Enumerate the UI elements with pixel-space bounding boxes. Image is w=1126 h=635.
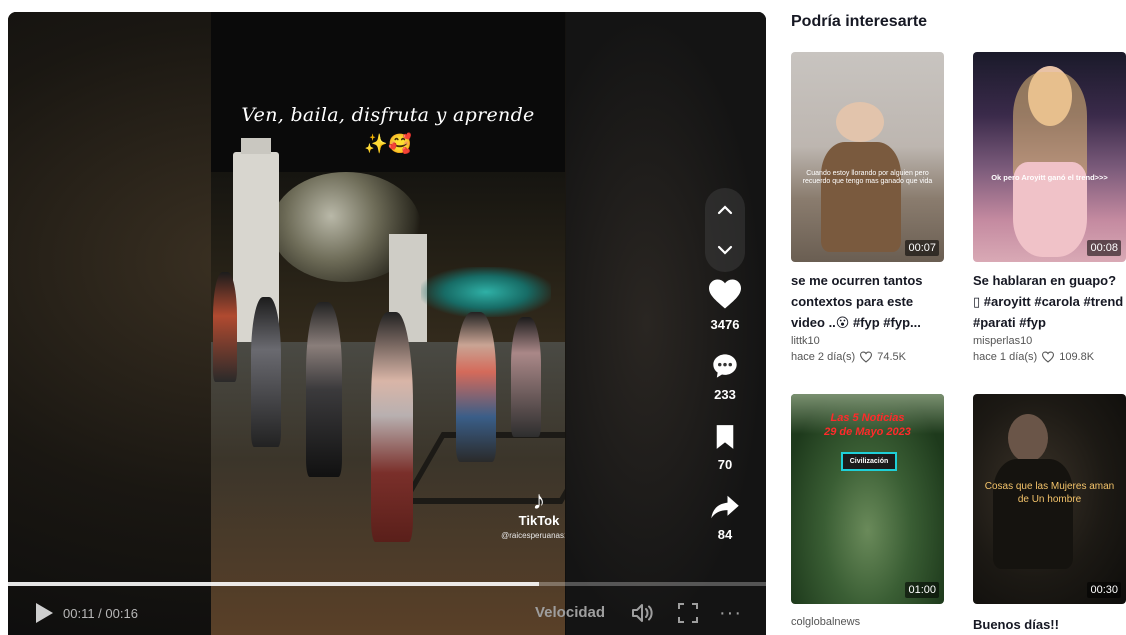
video-author[interactable]: littk10 (791, 335, 944, 347)
video-thumbnail[interactable]: Cuando estoy llorando por alguien pero r… (791, 52, 944, 262)
heart-outline-icon (1042, 351, 1055, 363)
thumbnail-overlay-text: Cuando estoy llorando por alguien pero r… (802, 170, 933, 185)
comment-count: 233 (714, 387, 736, 402)
chevron-up-icon (717, 205, 733, 215)
heart-icon (709, 279, 741, 309)
save-count: 70 (717, 457, 733, 472)
watermark-brand: TikTok (518, 513, 560, 528)
video-age: hace 1 día(s) (973, 351, 1038, 363)
speed-button[interactable]: Velocidad (535, 604, 605, 621)
recommended-video-card[interactable]: Cuando estoy llorando por alguien pero r… (791, 52, 944, 363)
progress-bar[interactable] (8, 582, 766, 586)
like-button[interactable]: 3476 (700, 278, 750, 332)
video-duration: 01:00 (905, 582, 939, 598)
recommended-video-card[interactable]: Ok pero Aroyitt ganó el trend>>> 00:08 S… (973, 52, 1126, 363)
next-video-button[interactable] (705, 230, 745, 270)
video-thumbnail[interactable]: Cosas que las Mujeres aman de Un hombre … (973, 394, 1126, 604)
volume-button[interactable] (630, 602, 656, 629)
video-meta: hace 1 día(s) 109.8K (973, 351, 1126, 363)
play-icon (36, 603, 53, 623)
watermark-handle: @raicesperuanas13 (501, 531, 565, 540)
fullscreen-button[interactable] (677, 602, 699, 629)
video-navigation (705, 188, 745, 272)
tiktok-watermark: ♪ TikTok @raicesperuanas13 (501, 485, 565, 540)
video-author[interactable]: colglobalnews (791, 616, 944, 628)
comment-icon (713, 354, 737, 378)
share-count: 84 (717, 527, 733, 542)
recommended-video-card[interactable]: Las 5 Noticias 29 de Mayo 2023 Civilizac… (791, 394, 944, 628)
video-likes: 109.8K (1059, 351, 1095, 363)
video-duration: 00:30 (1087, 582, 1121, 598)
speaker-icon (632, 604, 653, 622)
save-button[interactable]: 70 (700, 424, 750, 472)
thumbnail-overlay-date: 29 de Mayo 2023 (824, 426, 911, 438)
video-author[interactable]: misperlas10 (973, 335, 1126, 347)
thumbnail-overlay-title: Las 5 Noticias (830, 412, 905, 424)
video-caption: Ven, baila, disfruta y aprende (241, 104, 535, 126)
time-display: 00:11 / 00:16 (63, 606, 138, 621)
recommendations-title: Podría interesarte (791, 13, 928, 30)
video-meta: hace 2 día(s) 74.5K (791, 351, 944, 363)
caption-emoji: ✨🥰 (364, 134, 412, 155)
comment-button[interactable]: 233 (700, 352, 750, 402)
video-duration: 00:08 (1087, 240, 1121, 256)
chevron-down-icon (717, 245, 733, 255)
progress-fill (8, 582, 539, 586)
thumbnail-overlay-text: Ok pero Aroyitt ganó el trend>>> (991, 173, 1108, 182)
thumbnail-overlay-text: Cosas que las Mujeres aman de Un hombre (984, 481, 1115, 505)
player-controls: 00:11 / 00:16 Velocidad ··· (8, 598, 766, 628)
video-frame[interactable]: Ven, baila, disfruta y aprende ✨🥰 ♪ TikT… (211, 12, 565, 635)
video-thumbnail[interactable]: Ok pero Aroyitt ganó el trend>>> 00:08 (973, 52, 1126, 262)
heart-outline-icon (860, 351, 873, 363)
tiktok-logo-icon: ♪ (532, 485, 546, 515)
share-arrow-icon (711, 495, 739, 519)
more-options-button[interactable]: ··· (719, 602, 742, 625)
video-player[interactable]: Ven, baila, disfruta y aprende ✨🥰 ♪ TikT… (8, 12, 766, 635)
video-title[interactable]: se me ocurren tantos contextos para este… (791, 270, 944, 333)
previous-video-button[interactable] (705, 190, 745, 230)
video-age: hace 2 día(s) (791, 351, 856, 363)
like-count: 3476 (710, 317, 740, 332)
video-duration: 00:07 (905, 240, 939, 256)
fullscreen-icon (678, 603, 698, 623)
video-thumbnail[interactable]: Las 5 Noticias 29 de Mayo 2023 Civilizac… (791, 394, 944, 604)
play-button[interactable] (34, 602, 56, 624)
video-title[interactable]: Se hablaran en guapo? ▯ #aroyitt #carola… (973, 270, 1126, 333)
video-title[interactable]: Buenos días!! (973, 614, 1126, 635)
thumbnail-overlay-badge: Civilización (841, 452, 897, 471)
share-button[interactable]: 84 (700, 494, 750, 542)
video-likes: 74.5K (877, 351, 906, 363)
bookmark-icon (716, 425, 734, 449)
recommended-video-card[interactable]: Cosas que las Mujeres aman de Un hombre … (973, 394, 1126, 635)
